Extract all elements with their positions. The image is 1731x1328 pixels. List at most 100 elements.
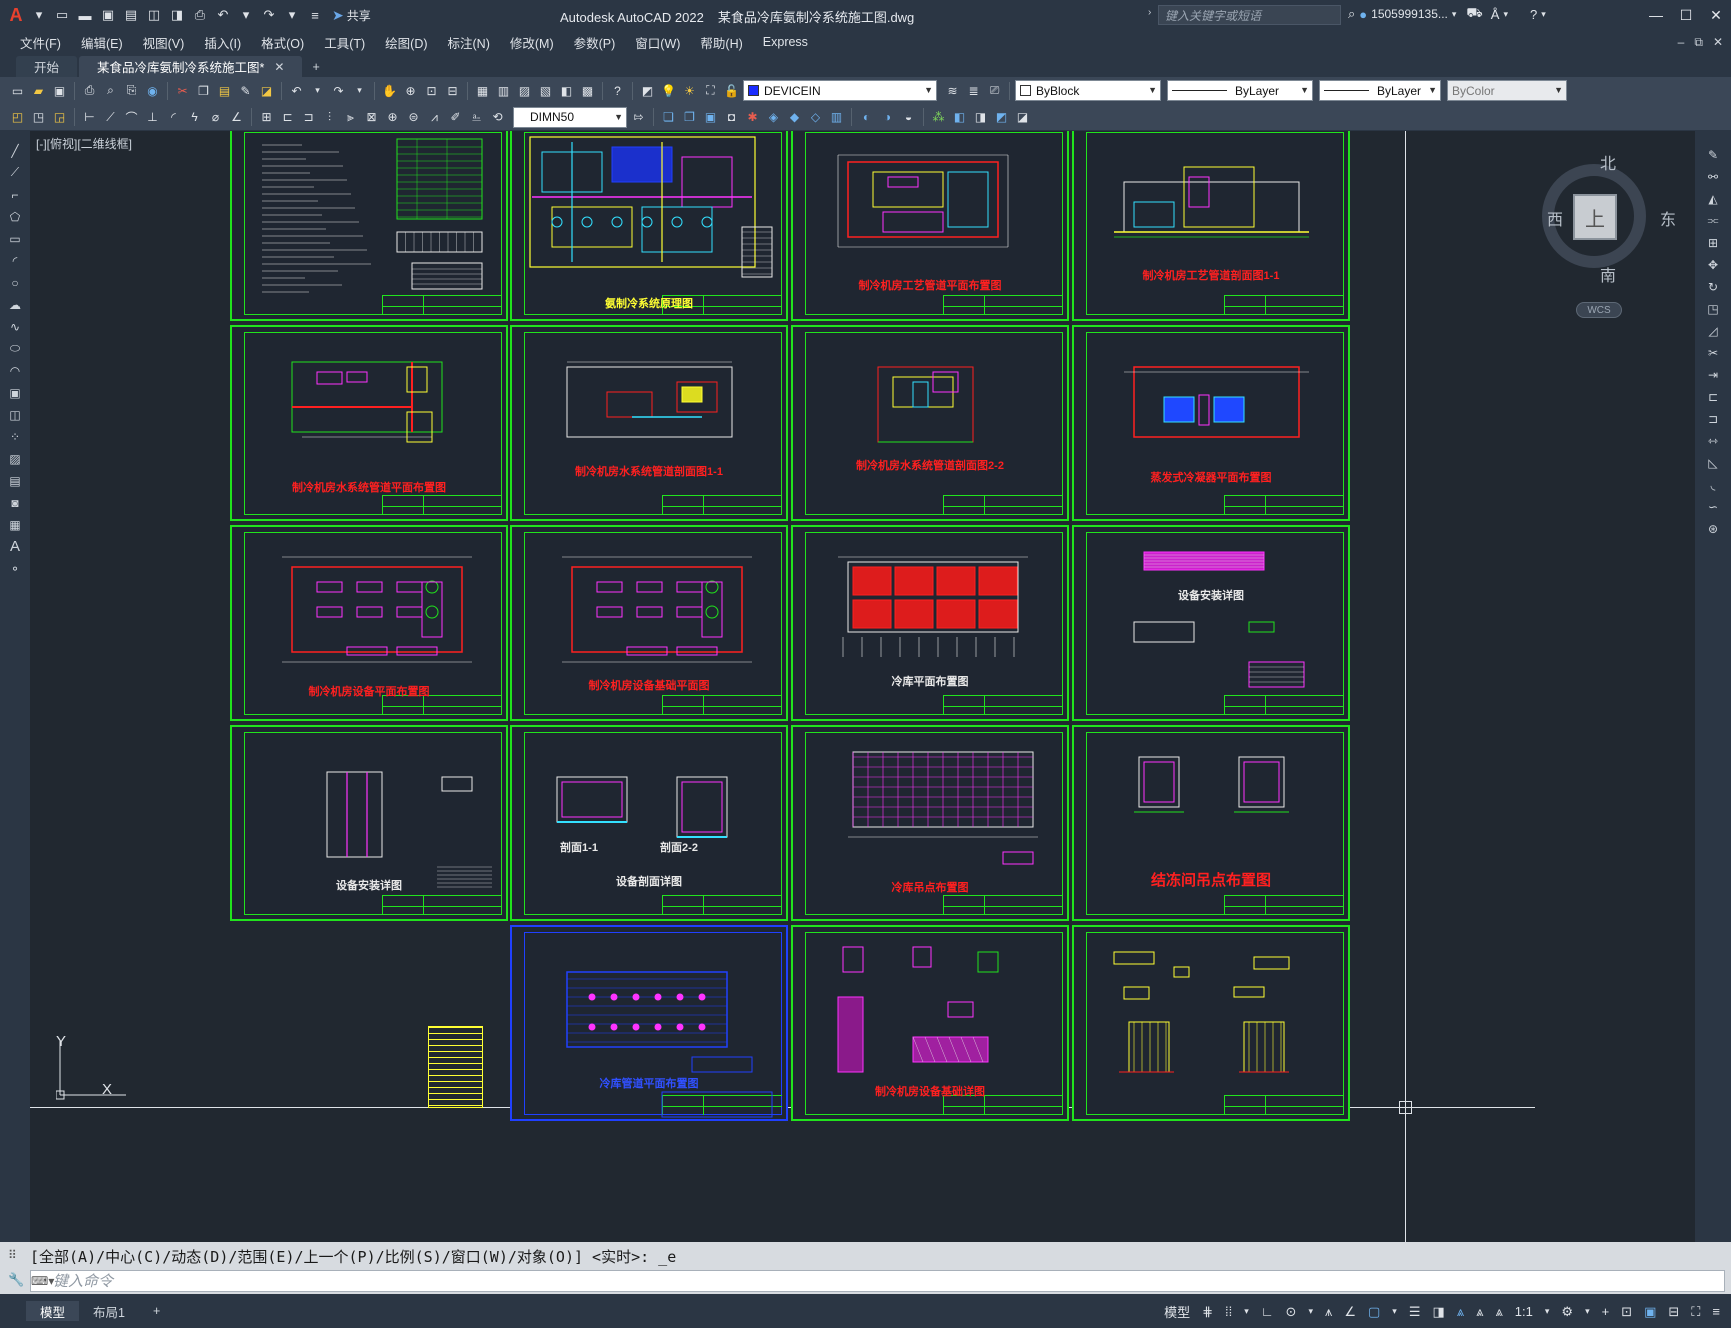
make-block-icon[interactable]: ◫ (5, 405, 25, 424)
render-icon[interactable]: ◩ (992, 108, 1011, 127)
baseline-dim-icon[interactable]: ⊏ (278, 108, 297, 127)
array-icon[interactable]: ⊞ (1703, 233, 1723, 252)
new-tab-button[interactable]: + (304, 56, 327, 77)
draworder-back-icon[interactable]: ◑ (878, 108, 897, 127)
undo-list-icon[interactable]: ▾ (308, 81, 327, 100)
join-icon[interactable]: ⇿ (1703, 431, 1723, 450)
calculator-icon[interactable]: ▩ (578, 81, 597, 100)
grid-icon[interactable]: ⋕ (1199, 1304, 1216, 1320)
minimize-icon[interactable]: — (1641, 0, 1671, 30)
circle-icon[interactable]: ○ (5, 273, 25, 292)
hatch-icon[interactable]: ▨ (5, 449, 25, 468)
design-center-icon[interactable]: ◉ (143, 81, 162, 100)
color-dropdown[interactable]: ByBlock ▼ (1015, 80, 1161, 101)
user-dropdown-icon[interactable]: ▾ (1452, 9, 1457, 20)
linear-dim-icon[interactable]: ⊢ (80, 108, 99, 127)
save-toolbar-icon[interactable]: ▣ (50, 81, 69, 100)
menu-window[interactable]: 窗口(W) (625, 33, 690, 52)
ellipse-arc-icon[interactable]: ◠ (5, 361, 25, 380)
viewcube[interactable]: 上 北 南 东 西 WCS (1520, 150, 1676, 318)
drawing-sheet-s11[interactable]: 冷库平面布置图 (791, 525, 1069, 721)
offset-icon[interactable]: ⫗ (1703, 211, 1723, 230)
xref-attach-icon[interactable]: ✱ (743, 108, 762, 127)
polar-dropdown-icon[interactable]: ▾ (1305, 1306, 1316, 1317)
units-icon[interactable]: ⊡ (1618, 1304, 1635, 1320)
autodesk-a360-icon[interactable]: Å (1491, 7, 1500, 22)
dim-text-edit-icon[interactable]: ⎁ (467, 108, 486, 127)
materials-icon[interactable]: ◪ (1013, 108, 1032, 127)
sheet-view-icon[interactable]: ◧ (950, 108, 969, 127)
angular-dim-icon[interactable]: ∠ (227, 108, 246, 127)
menu-modify[interactable]: 修改(M) (500, 33, 564, 52)
cart-icon[interactable]: ⛟ (1466, 5, 1482, 23)
sheet-set-icon[interactable]: ▧ (536, 81, 555, 100)
customize-qat-icon[interactable]: ≡ (305, 5, 325, 25)
plotstyle-dropdown[interactable]: ByColor ▼ (1447, 80, 1567, 101)
block-insert-icon[interactable]: ▣ (701, 108, 720, 127)
revision-cloud-icon[interactable]: ☁ (5, 295, 25, 314)
layer-state-icon[interactable]: ⎚ (985, 81, 1004, 100)
block-create-icon[interactable]: ◘ (722, 108, 741, 127)
copy-icon[interactable]: ❐ (194, 81, 213, 100)
autocad-logo-icon[interactable]: A (6, 5, 26, 26)
rectangle-icon[interactable]: ▭ (5, 229, 25, 248)
polygon-icon[interactable]: ⬠ (5, 207, 25, 226)
redo-dropdown-icon[interactable]: ▾ (282, 5, 302, 25)
layer-previous-icon[interactable]: ≣ (964, 81, 983, 100)
customization-icon[interactable]: ≡ (1709, 1304, 1723, 1319)
command-input[interactable] (53, 1272, 653, 1290)
tab-active-drawing[interactable]: 某食品冷库氨制冷系统施工图* ✕ (79, 56, 303, 77)
maximize-icon[interactable]: ☐ (1671, 0, 1701, 30)
properties-icon[interactable]: ▦ (473, 81, 492, 100)
command-grip-icon[interactable]: ⠿ (8, 1248, 17, 1262)
drawing-sheet-s7[interactable]: 制冷机房水系统管道剖面图2-2 (791, 325, 1069, 521)
wcs-menu[interactable]: WCS (1576, 302, 1622, 318)
erase-icon[interactable]: ✎ (1703, 145, 1723, 164)
legend-table[interactable] (428, 1026, 483, 1108)
redo-icon[interactable]: ↷ (259, 5, 279, 25)
save-to-web-icon[interactable]: ◨ (167, 5, 187, 25)
menu-file[interactable]: 文件(F) (10, 33, 71, 52)
design-center-panel-icon[interactable]: ▥ (494, 81, 513, 100)
doc-minimize-icon[interactable]: – (1678, 35, 1685, 49)
explode-icon[interactable]: ⊛ (1703, 519, 1723, 538)
named-views-icon[interactable]: ◰ (8, 108, 27, 127)
open-from-web-icon[interactable]: ◫ (144, 5, 164, 25)
drawing-sheet-0[interactable] (230, 131, 508, 321)
tool-palettes-icon[interactable]: ▨ (515, 81, 534, 100)
zoom-previous-icon[interactable]: ⊟ (443, 81, 462, 100)
paste-icon[interactable]: ▤ (215, 81, 234, 100)
diameter-dim-icon[interactable]: ⌀ (206, 108, 225, 127)
compass-east[interactable]: 东 (1660, 206, 1676, 230)
draworder-front-icon[interactable]: ◐ (857, 108, 876, 127)
ole-icon[interactable]: ◇ (806, 108, 825, 127)
compass-south[interactable]: 南 (1600, 262, 1616, 286)
compass-north[interactable]: 北 (1600, 150, 1616, 174)
drawing-sheet-s9[interactable]: 制冷机房设备平面布置图 (230, 525, 508, 721)
menu-view[interactable]: 视图(V) (133, 33, 195, 52)
application-menu-chevron-icon[interactable]: ▾ (29, 5, 49, 25)
drawing-sheet-s15[interactable]: 冷库吊点布置图 (791, 725, 1069, 921)
isodraft-icon[interactable]: ⩚ (1322, 1304, 1335, 1320)
drawing-sheet-s3[interactable]: 制冷机房工艺管道平面布置图 (791, 131, 1069, 321)
qnew-icon[interactable]: ▭ (8, 81, 27, 100)
model-space-button[interactable]: 模型 (1161, 1302, 1193, 1321)
help-toolbar-icon[interactable]: ? (608, 81, 627, 100)
doc-close-icon[interactable]: ✕ (1713, 35, 1723, 49)
continue-dim-icon[interactable]: ⊐ (299, 108, 318, 127)
table-icon[interactable]: ▦ (5, 515, 25, 534)
inspect-icon[interactable]: ⊜ (404, 108, 423, 127)
layer-vp-freeze-icon[interactable]: ⛶ (701, 81, 720, 100)
plot-icon[interactable]: ⎙ (190, 5, 210, 25)
osnap-dropdown-icon[interactable]: ▾ (1389, 1306, 1400, 1317)
viewcube-top-face[interactable]: 上 (1573, 194, 1617, 240)
field-icon[interactable]: ▥ (827, 108, 846, 127)
a360-dropdown-icon[interactable]: ▾ (1503, 9, 1508, 20)
new-view-icon[interactable]: ◳ (29, 108, 48, 127)
mtext-icon[interactable]: A (5, 537, 25, 556)
markup-icon[interactable]: ◧ (557, 81, 576, 100)
polar-icon[interactable]: ⊙ (1283, 1304, 1300, 1320)
zoom-window-icon[interactable]: ⊡ (422, 81, 441, 100)
radius-dim-icon[interactable]: ◜ (164, 108, 183, 127)
cut-icon[interactable]: ✂ (173, 81, 192, 100)
